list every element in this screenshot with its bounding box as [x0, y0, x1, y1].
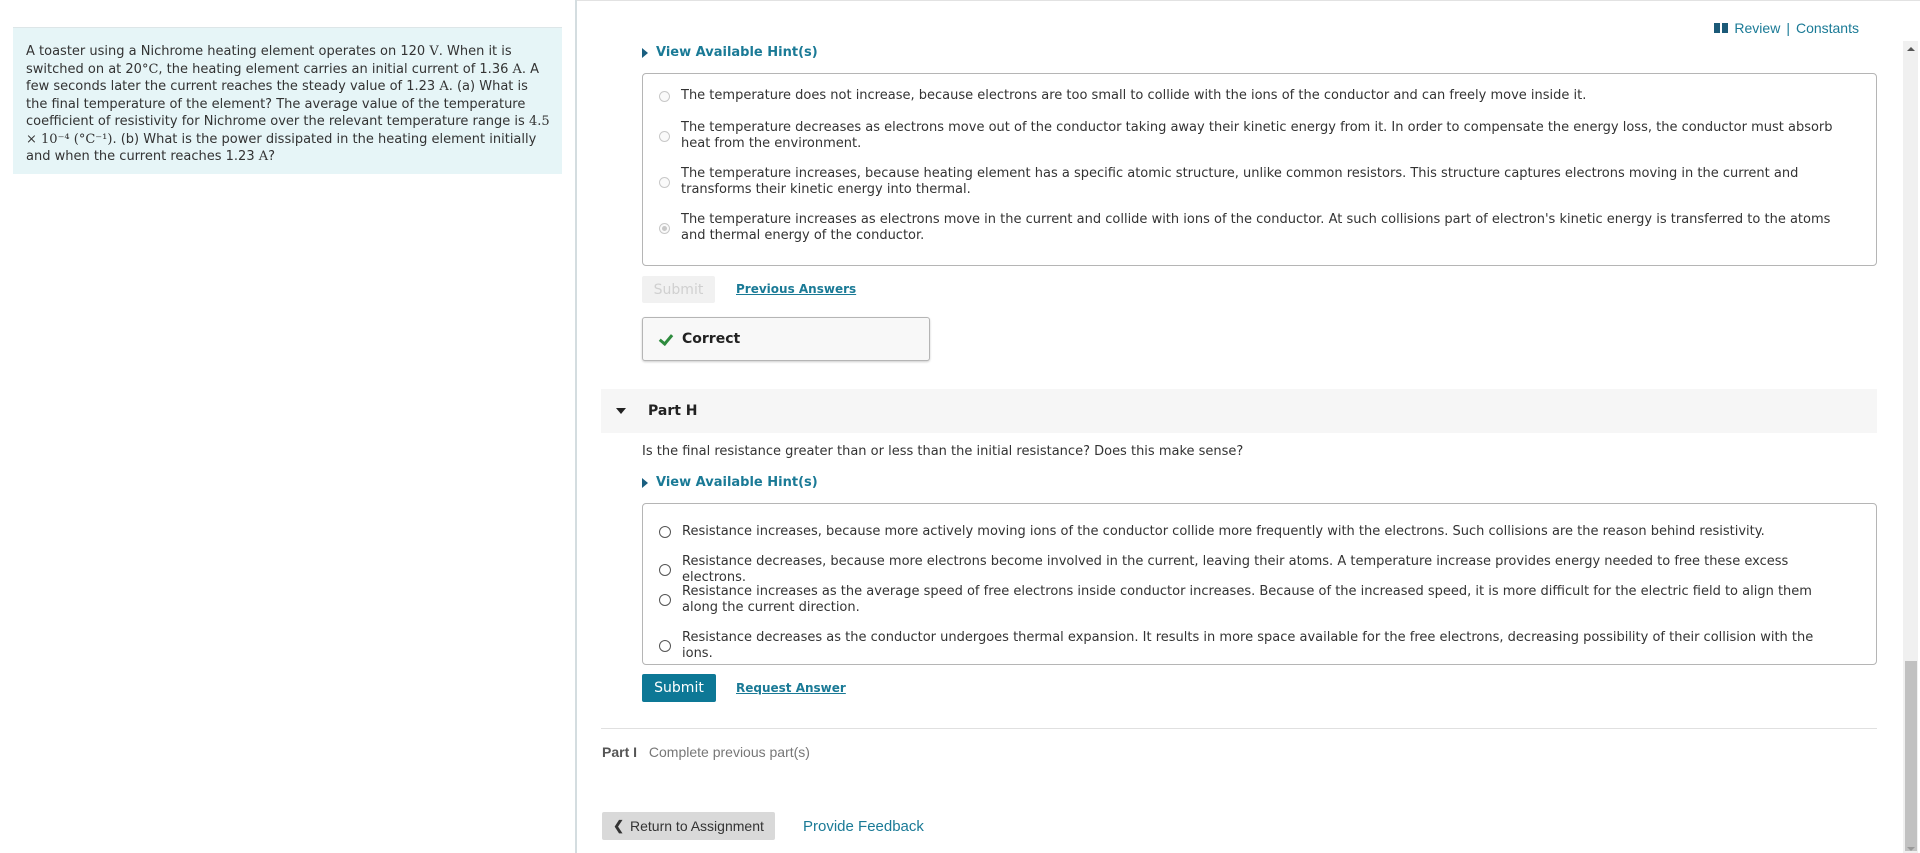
choice-option[interactable]: Resistance decreases as the conductor un… [643, 630, 1876, 662]
math-expression: A [512, 61, 522, 77]
choice-option[interactable]: The temperature decreases as electrons m… [643, 120, 1876, 152]
problem-text-segment: A toaster using a Nichrome heating eleme… [26, 44, 430, 59]
math-expression: °C [141, 61, 159, 77]
constants-link[interactable]: Constants [1796, 20, 1859, 36]
correct-feedback: Correct [642, 317, 930, 361]
hints-label: View Available Hint(s) [656, 475, 818, 490]
problem-pane: A toaster using a Nichrome heating eleme… [0, 0, 575, 853]
vertical-scrollbar[interactable] [1903, 41, 1918, 853]
problem-text-segment: ? [268, 149, 276, 164]
request-answer-link[interactable]: Request Answer [736, 681, 846, 695]
part-g-choices: The temperature does not increase, becau… [642, 73, 1877, 266]
radio-button[interactable] [659, 130, 670, 142]
previous-answers-link[interactable]: Previous Answers [736, 282, 856, 296]
link-separator: | [1786, 20, 1790, 36]
part-h-hints-toggle[interactable]: View Available Hint(s) [642, 475, 818, 490]
correct-label: Correct [682, 331, 741, 347]
section-divider [601, 728, 1877, 729]
book-icon [1714, 23, 1729, 33]
checkmark-icon [658, 333, 672, 345]
radio-button[interactable] [659, 90, 670, 102]
hints-label: View Available Hint(s) [656, 45, 818, 60]
radio-button[interactable] [659, 564, 671, 576]
part-g-hints-toggle[interactable]: View Available Hint(s) [642, 45, 818, 60]
choice-text: The temperature increases as electrons m… [681, 212, 1831, 243]
choice-option[interactable]: The temperature increases as electrons m… [643, 212, 1876, 244]
part-h-header[interactable]: Part H [601, 389, 1877, 433]
radio-button[interactable] [659, 526, 671, 538]
return-to-assignment-button[interactable]: ❮ Return to Assignment [602, 812, 775, 840]
chevron-left-icon: ❮ [613, 818, 625, 833]
provide-feedback-link[interactable]: Provide Feedback [803, 818, 924, 835]
radio-button-selected[interactable] [659, 222, 670, 234]
choice-text: Resistance increases as the average spee… [682, 584, 1812, 615]
part-h-choices: Resistance increases, because more activ… [642, 503, 1877, 665]
math-expression: V [429, 44, 439, 59]
choice-text: The temperature does not increase, becau… [681, 88, 1587, 103]
choice-text: Resistance decreases, because more elect… [682, 554, 1789, 585]
question-pane: Review | Constants View Available Hint(s… [577, 0, 1897, 853]
scrollbar-thumb[interactable] [1905, 661, 1917, 851]
choice-option[interactable]: Resistance increases as the average spee… [643, 584, 1876, 616]
part-h-submit-button[interactable]: Submit [642, 674, 716, 702]
part-i-status: Complete previous part(s) [648, 744, 810, 760]
part-i-title: Part I [602, 744, 638, 760]
return-label: Return to Assignment [630, 818, 764, 834]
choice-text: The temperature decreases as electrons m… [681, 120, 1833, 151]
scroll-down-arrow-icon[interactable] [1907, 847, 1915, 851]
math-expression: A [439, 79, 449, 94]
part-h-title: Part H [648, 403, 698, 419]
review-constants-links: Review | Constants [1714, 20, 1859, 36]
problem-statement: A toaster using a Nichrome heating eleme… [13, 27, 562, 174]
part-h-question: Is the final resistance greater than or … [642, 444, 1244, 459]
scroll-up-arrow-icon[interactable] [1907, 47, 1915, 51]
caret-right-icon [642, 47, 648, 58]
choice-text: Resistance decreases as the conductor un… [682, 630, 1814, 661]
math-expression: A [258, 149, 269, 164]
choice-text: Resistance increases, because more activ… [682, 524, 1765, 539]
caret-down-icon [616, 408, 626, 414]
choice-option[interactable]: Resistance decreases, because more elect… [643, 554, 1876, 586]
part-g-submit-button[interactable]: Submit [642, 276, 715, 303]
choice-text: The temperature increases, because heati… [681, 166, 1799, 197]
radio-button[interactable] [659, 176, 670, 188]
radio-button[interactable] [659, 640, 671, 652]
radio-button[interactable] [659, 594, 671, 606]
review-link[interactable]: Review [1734, 20, 1780, 36]
caret-right-icon [642, 477, 648, 488]
choice-option[interactable]: The temperature does not increase, becau… [643, 88, 1876, 104]
problem-text-segment: , the heating element carries an initial… [158, 61, 513, 77]
choice-option[interactable]: The temperature increases, because heati… [643, 166, 1876, 198]
part-i-row: Part I Complete previous part(s) [602, 744, 810, 760]
choice-option[interactable]: Resistance increases, because more activ… [643, 524, 1876, 540]
